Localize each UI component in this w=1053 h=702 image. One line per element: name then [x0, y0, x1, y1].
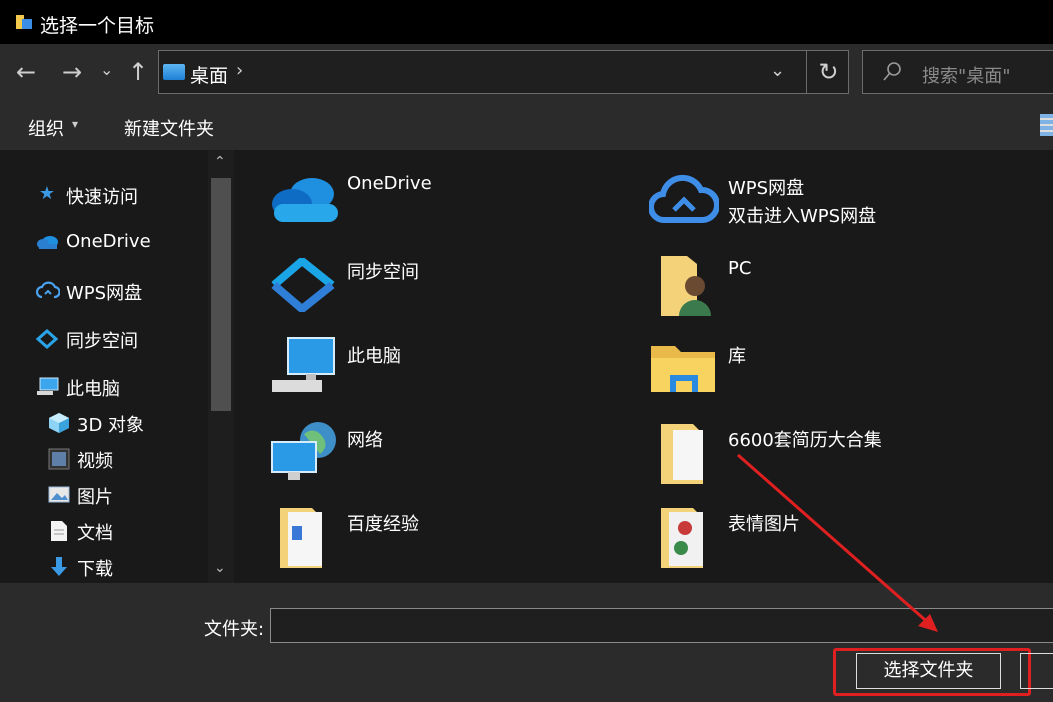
breadcrumb-location[interactable]: 桌面 [190, 61, 228, 88]
scroll-down-icon[interactable]: ⌄ [214, 560, 226, 576]
recent-locations-chevron-icon[interactable]: ⌄ [100, 60, 113, 79]
item-subtitle: 双击进入WPS网盘 [728, 206, 877, 227]
sync-space-icon [271, 258, 335, 312]
annotation-highlight-box [833, 648, 1031, 696]
item-name: OneDrive [347, 173, 432, 194]
cloud-icon [37, 236, 58, 249]
annotation-arrow [737, 453, 938, 632]
document-icon [51, 521, 67, 541]
onedrive-icon [272, 178, 338, 222]
item-name: 同步空间 [347, 262, 419, 283]
library-folder-icon [651, 346, 715, 392]
view-options-icon[interactable] [1040, 114, 1053, 136]
nav-item-label: OneDrive [66, 231, 151, 252]
nav-item-quick-access[interactable]: ★ 快速访问 [36, 183, 206, 208]
forward-arrow-icon[interactable]: → [62, 58, 82, 86]
list-item-network[interactable]: 网络 [262, 420, 632, 490]
picture-icon [48, 486, 70, 503]
nav-item-3d-objects[interactable]: 3D 对象 [48, 411, 206, 436]
sync-space-icon [36, 329, 58, 349]
item-name: WPS网盘 [728, 178, 805, 199]
list-item-this-pc[interactable]: 此电脑 [262, 336, 632, 406]
folder-field-label: 文件夹: [204, 619, 265, 640]
refresh-icon[interactable]: ↻ [806, 50, 850, 94]
back-arrow-icon[interactable]: ← [16, 58, 36, 86]
title-bar [0, 0, 1053, 44]
nav-item-downloads[interactable]: 下载 [48, 555, 206, 580]
folder-icon [280, 508, 322, 568]
nav-item-label: 3D 对象 [77, 415, 145, 436]
search-placeholder: 搜索"桌面" [922, 66, 1011, 87]
nav-item-documents[interactable]: 文档 [48, 519, 206, 544]
address-dropdown-icon[interactable]: ⌄ [770, 60, 785, 81]
nav-item-this-pc[interactable]: 此电脑 [36, 375, 206, 400]
wps-cloud-icon [36, 281, 60, 299]
user-folder-icon [661, 256, 711, 316]
up-arrow-icon[interactable]: ↑ [128, 58, 148, 86]
nav-item-wps-cloud[interactable]: WPS网盘 [36, 279, 206, 304]
item-name: 百度经验 [347, 514, 419, 535]
item-name: 库 [728, 346, 746, 367]
nav-scrollbar-thumb[interactable] [211, 178, 231, 411]
item-name: 此电脑 [347, 346, 401, 367]
network-icon [271, 422, 336, 480]
star-icon: ★ [38, 183, 56, 204]
nav-item-onedrive[interactable]: OneDrive [36, 231, 206, 255]
nav-item-label: 图片 [77, 487, 113, 508]
organize-caret-icon[interactable]: ▾ [72, 117, 78, 131]
breadcrumb-chevron-icon[interactable]: › [236, 60, 243, 81]
video-icon [48, 448, 70, 470]
folder-icon [16, 15, 32, 29]
desktop-icon [163, 64, 185, 80]
address-bar[interactable] [158, 50, 849, 94]
computer-icon [37, 377, 59, 395]
list-item-folder-baidu[interactable]: 百度经验 [262, 504, 632, 574]
item-name: 网络 [347, 430, 383, 451]
wps-cloud-icon [649, 174, 719, 224]
window-title: 选择一个目标 [40, 15, 155, 37]
nav-item-sync-space[interactable]: 同步空间 [36, 327, 206, 352]
nav-item-label: WPS网盘 [66, 283, 143, 304]
nav-item-videos[interactable]: 视频 [48, 447, 206, 472]
nav-item-label: 同步空间 [66, 331, 138, 352]
cube-icon [49, 413, 69, 433]
list-item-pc[interactable]: PC [643, 252, 1043, 322]
item-name: PC [728, 258, 752, 279]
list-item-wps-cloud[interactable]: WPS网盘 双击进入WPS网盘 [643, 168, 1043, 238]
nav-item-label: 此电脑 [66, 379, 120, 400]
cancel-button[interactable] [1020, 653, 1053, 689]
nav-item-label: 文档 [77, 523, 113, 544]
search-icon [883, 62, 901, 81]
list-item-onedrive[interactable]: OneDrive [262, 168, 632, 238]
nav-item-label: 视频 [77, 451, 113, 472]
organize-button[interactable]: 组织 [28, 115, 64, 141]
nav-item-pictures[interactable]: 图片 [48, 483, 206, 508]
computer-icon [272, 337, 335, 392]
nav-item-label: 下载 [77, 559, 113, 580]
list-item-sync-space[interactable]: 同步空间 [262, 252, 632, 322]
new-folder-button[interactable]: 新建文件夹 [124, 115, 214, 141]
download-icon [51, 557, 67, 576]
nav-item-label: 快速访问 [66, 187, 138, 208]
list-item-libraries[interactable]: 库 [643, 336, 1043, 406]
scroll-up-icon[interactable]: ⌃ [214, 154, 226, 170]
